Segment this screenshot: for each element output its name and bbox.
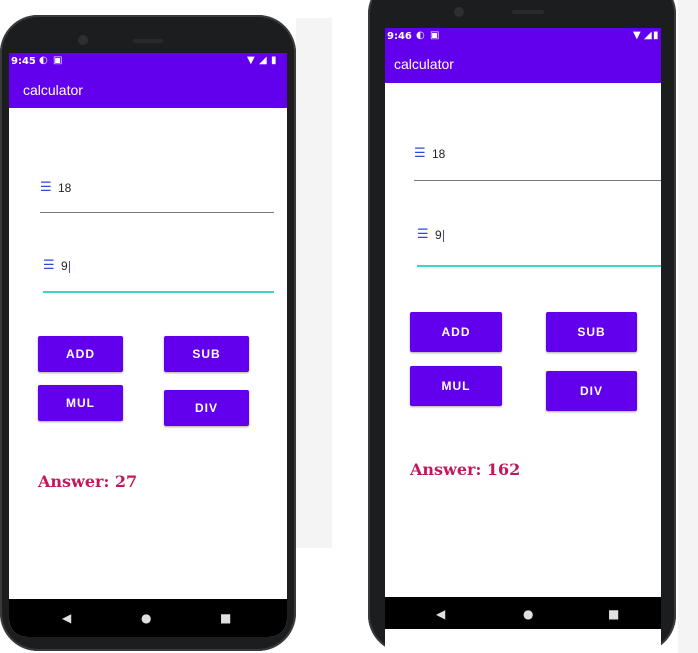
battery-icon: ▮ [653,30,659,41]
text-field-icon: ☰ [417,227,429,242]
phone-frame-left: 9:45 ◐ ▣ ▼ ◢ ▮ calculator ☰ 18 ☰ 9 ADD S… [0,15,296,651]
wifi-icon: ▼ [247,55,255,66]
text-field-icon: ☰ [40,180,52,195]
number2-field[interactable]: ☰ 9 [417,227,661,271]
background-window-left [296,18,332,548]
number2-underline [43,291,274,293]
background-window-right [678,0,698,653]
number1-field[interactable]: ☰ 18 [414,146,661,182]
speaker-grille [133,39,163,43]
text-field-icon: ☰ [43,258,55,273]
app-bar: calculator [9,71,287,108]
app-bar: calculator [385,46,661,83]
lock-icon: ▣ [53,55,63,66]
wifi-icon: ▼ [633,30,641,41]
div-button[interactable]: DIV [546,371,637,411]
sim-icon: ◐ [39,55,48,66]
add-button[interactable]: ADD [38,336,123,372]
lock-icon: ▣ [430,30,440,41]
number2-value: 9 [435,228,444,242]
battery-icon: ▮ [271,55,277,66]
recents-icon[interactable]: ■ [220,611,231,625]
front-camera-icon [454,7,464,17]
number1-value: 18 [58,181,72,195]
app-title: calculator [23,82,83,98]
screen-right: 9:46 ◐ ▣ ▼ ◢ ▮ calculator ☰ 18 ☰ 9 ADD S… [385,28,661,653]
number1-underline [40,212,274,213]
phone-frame-right: 9:46 ◐ ▣ ▼ ◢ ▮ calculator ☰ 18 ☰ 9 ADD S… [368,0,676,653]
home-icon[interactable]: ● [523,607,533,621]
status-time: 9:46 [387,31,412,42]
back-icon[interactable]: ◀ [436,607,445,621]
number2-underline [417,265,661,267]
mul-button[interactable]: MUL [410,366,502,406]
sub-button[interactable]: SUB [546,312,637,352]
speaker-grille [512,10,544,14]
number1-field[interactable]: ☰ 18 [40,180,274,214]
navigation-bar: ◀ ● ■ [385,597,661,629]
navigation-bar: ◀ ● ■ [9,599,287,637]
number1-value: 18 [432,147,446,161]
mul-button[interactable]: MUL [38,385,123,421]
signal-icon: ◢ [644,30,652,41]
add-button[interactable]: ADD [410,312,502,352]
number1-underline [414,180,661,181]
sub-button[interactable]: SUB [164,336,249,372]
front-camera-icon [78,35,88,45]
text-cursor [442,229,444,242]
text-cursor [68,260,70,273]
recents-icon[interactable]: ■ [608,607,619,621]
signal-icon: ◢ [259,55,267,66]
app-title: calculator [394,56,454,72]
answer-text: Answer: 162 [410,460,521,479]
home-icon[interactable]: ● [141,611,151,625]
text-field-icon: ☰ [414,146,426,161]
div-button[interactable]: DIV [164,390,249,426]
status-bar: 9:46 ◐ ▣ ▼ ◢ ▮ [385,28,661,46]
status-bar: 9:45 ◐ ▣ ▼ ◢ ▮ [9,53,287,71]
number2-value: 9 [61,259,70,273]
number2-field[interactable]: ☰ 9 [43,258,274,294]
answer-text: Answer: 27 [38,472,138,491]
status-time: 9:45 [11,56,36,67]
back-icon[interactable]: ◀ [62,611,71,625]
screen-left: 9:45 ◐ ▣ ▼ ◢ ▮ calculator ☰ 18 ☰ 9 ADD S… [9,53,287,637]
sim-icon: ◐ [416,30,425,41]
